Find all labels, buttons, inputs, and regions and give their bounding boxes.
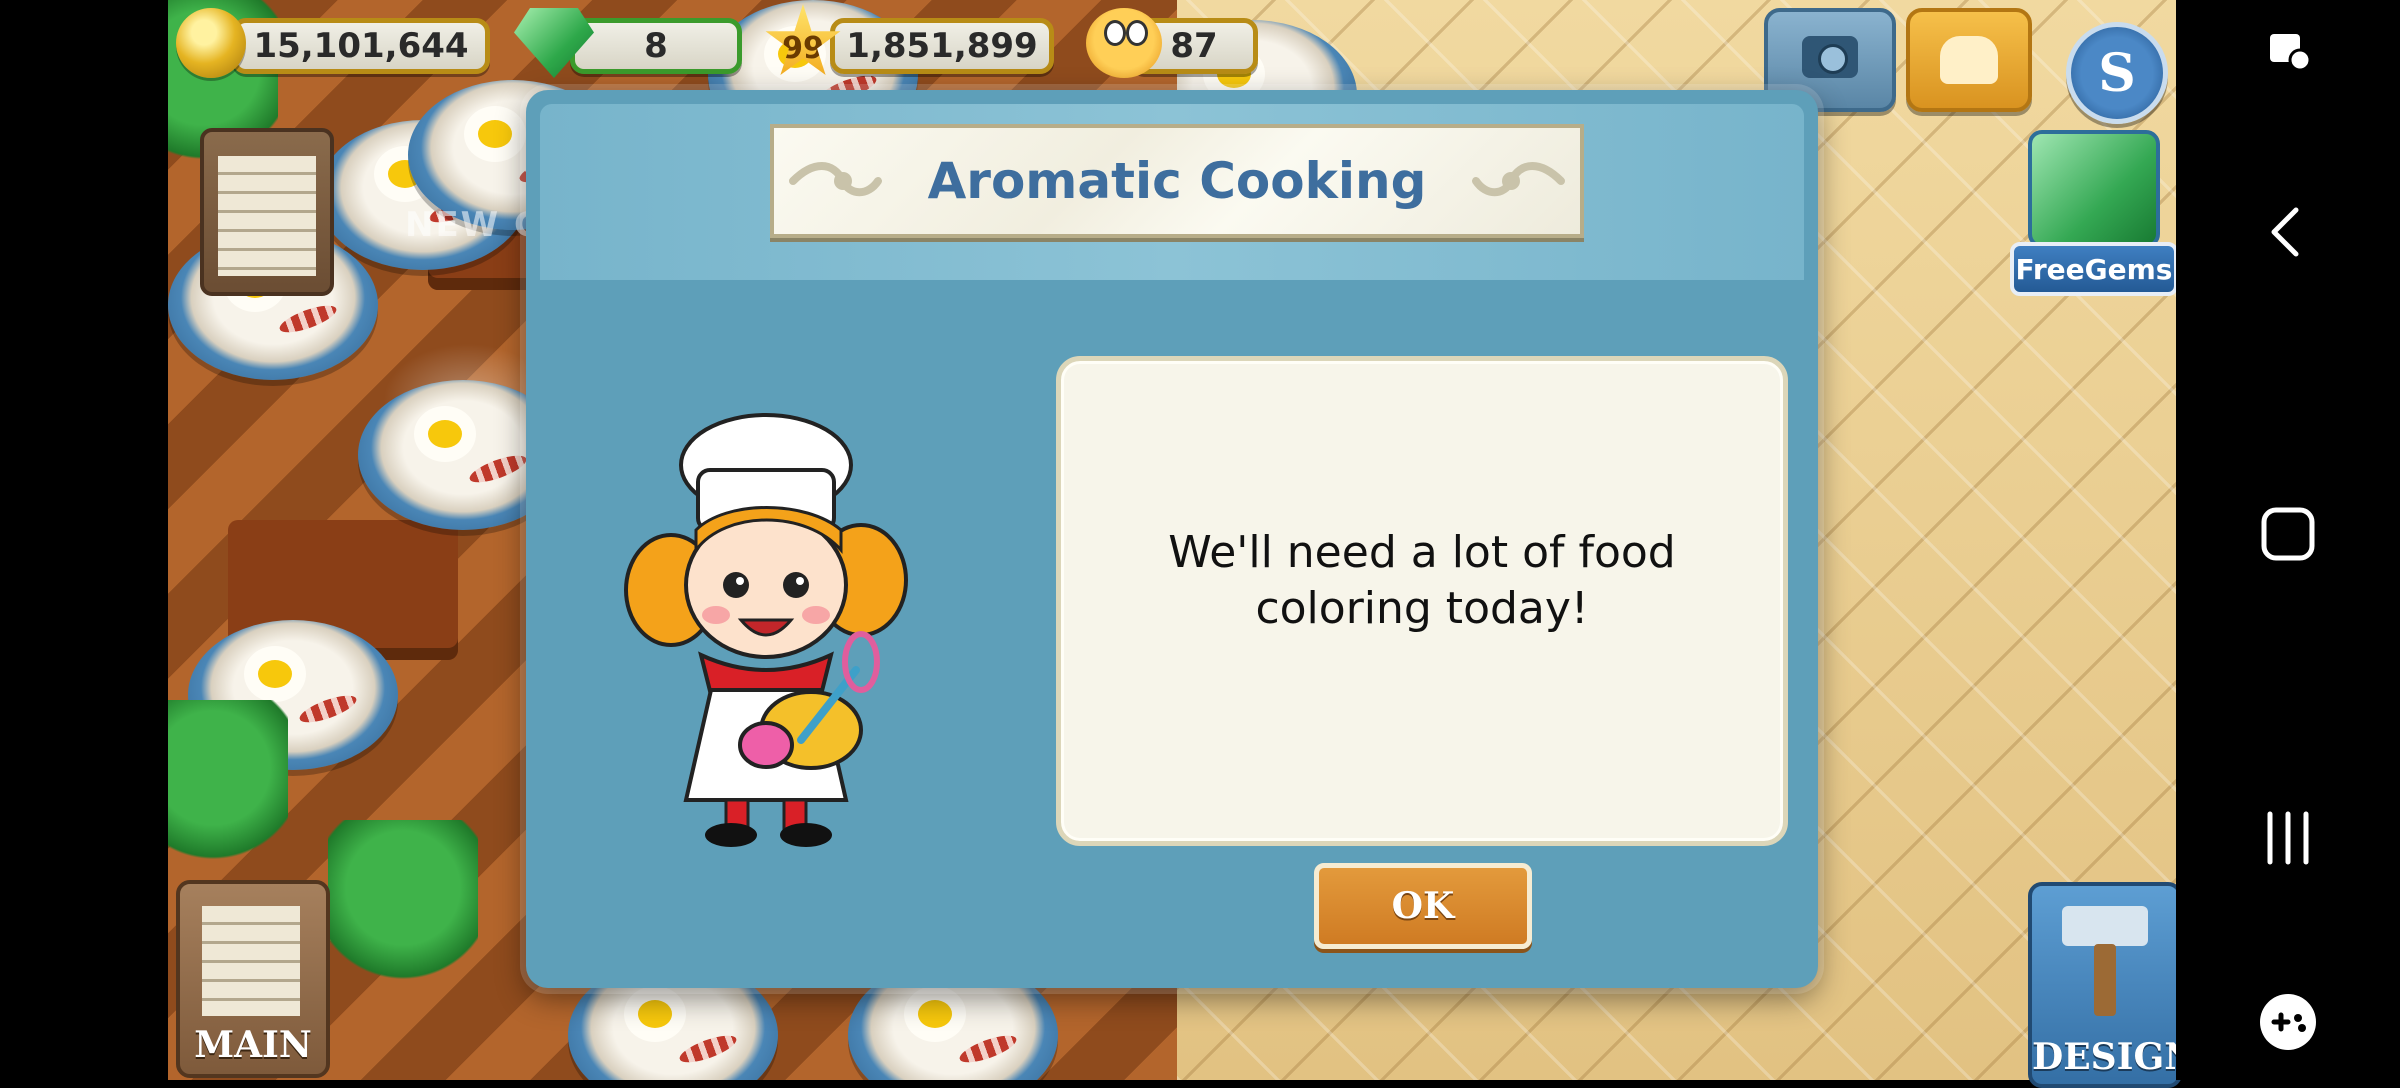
dialog-message: We'll need a lot of food coloring today! [1168, 527, 1676, 634]
title-banner: Aromatic Cooking [770, 124, 1584, 238]
message-box: We'll need a lot of food coloring today! [1056, 356, 1788, 846]
gems-value: 8 [644, 26, 668, 66]
left-swirl-ornament [789, 162, 882, 197]
new-banner: NEW G [405, 205, 544, 245]
ok-button[interactable]: OK [1314, 863, 1532, 949]
experience-counter: 1,851,899 [830, 18, 1054, 74]
gems-counter: 8 [570, 18, 742, 74]
coins-value: 15,101,644 [253, 26, 469, 66]
screen-pin-icon[interactable] [2256, 20, 2320, 84]
free-gems-button[interactable]: FreeGems [2010, 130, 2178, 296]
experience-value: 1,851,899 [846, 26, 1038, 66]
event-dialog: Aromatic Cooking We'll need a lot of foo… [526, 90, 1818, 988]
design-label: DESIGN [2032, 1036, 2198, 1078]
right-swirl-ornament [1472, 162, 1565, 197]
decorative-tree [328, 820, 478, 990]
design-button[interactable]: DESIGN [2028, 882, 2198, 1088]
chef-character [624, 413, 908, 847]
phone-button[interactable] [1906, 8, 2032, 112]
coins-counter: 15,101,644 [232, 18, 490, 74]
system-nav-bar [2176, 0, 2400, 1080]
main-menu-button[interactable]: MAIN [176, 880, 330, 1078]
home-icon[interactable] [2256, 502, 2320, 566]
decorative-tree [168, 700, 288, 870]
clipboard-button[interactable] [200, 128, 334, 296]
tv-gem-icon [2028, 130, 2160, 248]
dialog-title: Aromatic Cooking [927, 152, 1427, 210]
main-label: MAIN [194, 1024, 312, 1066]
social-button[interactable]: S [2066, 22, 2168, 124]
free-gems-label: FreeGems [2010, 242, 2178, 296]
customers-value: 87 [1170, 26, 1218, 66]
coin-icon [176, 8, 246, 78]
game-tools-icon[interactable] [2256, 990, 2320, 1054]
face-icon [1086, 8, 1162, 78]
recents-icon[interactable] [2256, 806, 2320, 870]
back-icon[interactable] [2256, 200, 2320, 264]
